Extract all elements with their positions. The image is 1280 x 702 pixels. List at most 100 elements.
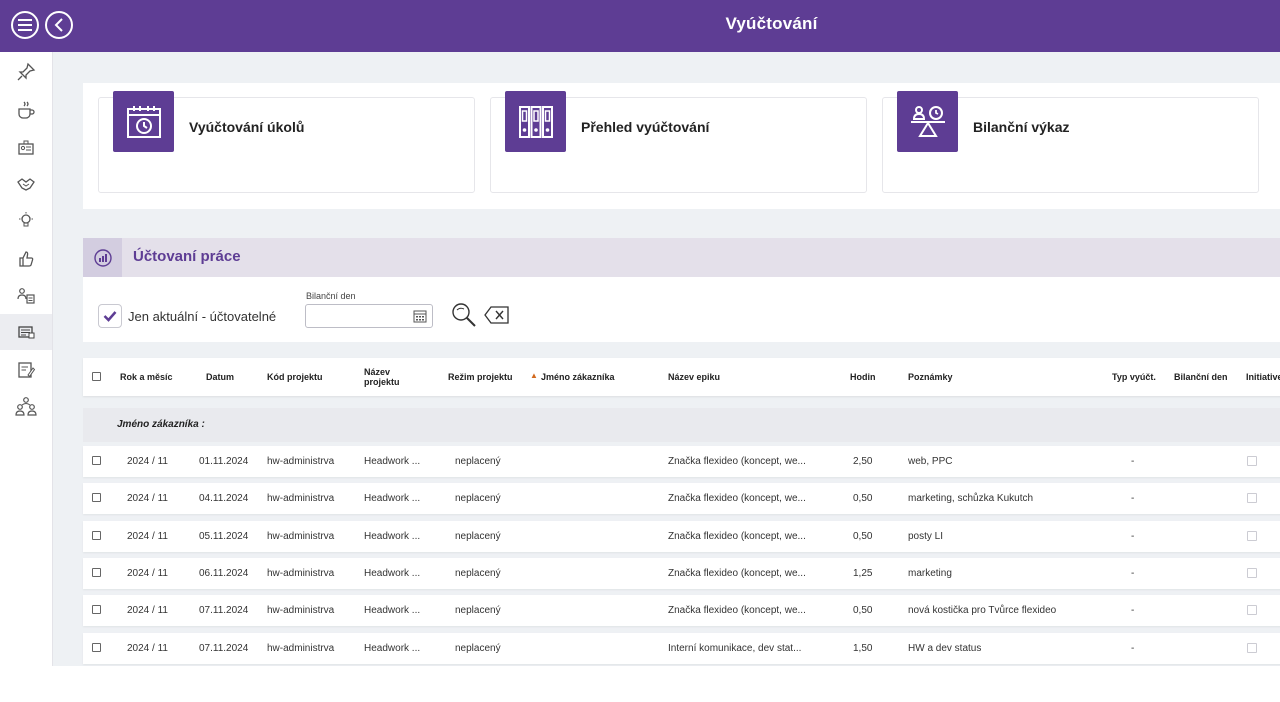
col-project-code[interactable]: Kód projektu bbox=[267, 372, 323, 382]
col-epic[interactable]: Název epiku bbox=[668, 372, 720, 382]
cell-project-mode: neplacený bbox=[455, 456, 501, 467]
cell-project-mode: neplacený bbox=[455, 531, 501, 542]
cell-project-code: hw-administrva bbox=[267, 568, 335, 579]
initiative-checkbox[interactable] bbox=[1247, 531, 1257, 541]
balance-day-input[interactable] bbox=[305, 304, 433, 328]
cell-date: 01.11.2024 bbox=[199, 456, 249, 467]
cell-hours: 0,50 bbox=[853, 493, 873, 504]
initiative-checkbox[interactable] bbox=[1247, 643, 1257, 653]
sidebar-item-team[interactable] bbox=[0, 278, 52, 314]
cell-date: 07.11.2024 bbox=[199, 643, 249, 654]
col-hours[interactable]: Hodin bbox=[850, 372, 876, 382]
lightbulb-icon bbox=[19, 212, 33, 227]
cell-year-month: 2024 / 11 bbox=[127, 643, 168, 654]
sidebar-item-coffee[interactable] bbox=[0, 92, 52, 128]
card-balance-report[interactable]: Bilanční výkaz bbox=[882, 91, 1259, 193]
table-row[interactable]: 2024 / 11 07.11.2024 hw-administrva Headwor… bbox=[83, 633, 1280, 664]
calendar-icon[interactable] bbox=[413, 309, 427, 323]
col-project-name-line2: projektu bbox=[364, 377, 400, 387]
filter-bar: Jen aktuální - účtovatelné Bilanční den bbox=[83, 277, 1280, 342]
cell-project-code: hw-administrva bbox=[267, 493, 335, 504]
page-bottom bbox=[0, 666, 1280, 702]
card-icon-box bbox=[113, 91, 174, 152]
cell-hours: 1,25 bbox=[853, 568, 873, 579]
sidebar-item-handshake[interactable] bbox=[0, 166, 52, 202]
row-checkbox[interactable] bbox=[92, 493, 101, 502]
cell-year-month: 2024 / 11 bbox=[127, 605, 168, 616]
handshake-icon bbox=[17, 178, 35, 191]
cell-billing-type: - bbox=[1131, 643, 1135, 654]
col-project-name-line1: Název bbox=[364, 367, 391, 377]
cell-year-month: 2024 / 11 bbox=[127, 456, 168, 467]
search-button[interactable] bbox=[451, 302, 477, 333]
clear-filter-button[interactable] bbox=[484, 306, 509, 329]
sidebar-item-organization[interactable] bbox=[0, 389, 52, 425]
cell-epic: Interní komunikace, dev stat... bbox=[668, 643, 802, 654]
table-row[interactable]: 2024 / 11 07.11.2024 hw-administrva Headwor… bbox=[83, 595, 1280, 626]
table-header: Rok a měsíc Datum Kód projektu Název pro… bbox=[83, 358, 1280, 396]
cell-billing-type: - bbox=[1131, 456, 1135, 467]
row-checkbox[interactable] bbox=[92, 456, 101, 465]
sidebar-item-ideas[interactable] bbox=[0, 202, 52, 238]
card-label: Vyúčtování úkolů bbox=[189, 119, 305, 135]
top-bar: Vyúčtování bbox=[0, 0, 1280, 52]
organization-icon bbox=[15, 397, 37, 416]
cell-project-mode: neplacený bbox=[455, 643, 501, 654]
card-icon-box bbox=[897, 91, 958, 152]
table-row[interactable]: 2024 / 11 05.11.2024 hw-administrva Headwor… bbox=[83, 521, 1280, 552]
cell-year-month: 2024 / 11 bbox=[127, 531, 168, 542]
backspace-clear-icon bbox=[484, 306, 509, 324]
col-customer[interactable]: Jméno zákazníka bbox=[541, 372, 615, 382]
binders-icon bbox=[518, 105, 553, 138]
calendar-clock-icon bbox=[126, 105, 161, 138]
cell-year-month: 2024 / 11 bbox=[127, 568, 168, 579]
cell-epic: Značka flexideo (koncept, we... bbox=[668, 456, 806, 467]
cell-date: 06.11.2024 bbox=[199, 568, 249, 579]
sidebar-item-billing[interactable] bbox=[0, 314, 52, 350]
col-year-month[interactable]: Rok a měsíc bbox=[120, 372, 173, 382]
pin-icon bbox=[17, 62, 36, 81]
row-checkbox[interactable] bbox=[92, 643, 101, 652]
cell-epic: Značka flexideo (koncept, we... bbox=[668, 531, 806, 542]
section-icon-box bbox=[83, 238, 122, 277]
cell-project-code: hw-administrva bbox=[267, 605, 335, 616]
cell-date: 07.11.2024 bbox=[199, 605, 249, 616]
cell-date: 05.11.2024 bbox=[199, 531, 249, 542]
col-notes[interactable]: Poznámky bbox=[908, 372, 953, 382]
col-project-mode[interactable]: Režim projektu bbox=[448, 372, 513, 382]
col-date[interactable]: Datum bbox=[206, 372, 234, 382]
sidebar-item-reports[interactable] bbox=[0, 352, 52, 388]
cell-project-mode: neplacený bbox=[455, 605, 501, 616]
initiative-checkbox[interactable] bbox=[1247, 456, 1257, 466]
initiative-checkbox[interactable] bbox=[1247, 568, 1257, 578]
cell-epic: Značka flexideo (koncept, we... bbox=[668, 605, 806, 616]
only-current-checkbox[interactable] bbox=[98, 304, 122, 328]
cell-billing-type: - bbox=[1131, 568, 1135, 579]
row-checkbox[interactable] bbox=[92, 568, 101, 577]
initiative-checkbox[interactable] bbox=[1247, 493, 1257, 503]
col-billing-type[interactable]: Typ vyúčt. bbox=[1112, 372, 1156, 382]
sidebar-item-approval[interactable] bbox=[0, 241, 52, 277]
cell-billing-type: - bbox=[1131, 493, 1135, 504]
table-row[interactable]: 2024 / 11 01.11.2024 hw-administrva Headwor… bbox=[83, 446, 1280, 477]
col-initiative[interactable]: Initiative bbox=[1246, 372, 1280, 382]
row-checkbox[interactable] bbox=[92, 605, 101, 614]
row-checkbox[interactable] bbox=[92, 531, 101, 540]
cell-project-name: Headwork ... bbox=[364, 456, 421, 467]
table-row[interactable]: 2024 / 11 06.11.2024 hw-administrva Headwor… bbox=[83, 558, 1280, 589]
cell-date: 04.11.2024 bbox=[199, 493, 249, 504]
sidebar-item-pin[interactable] bbox=[0, 54, 52, 90]
cell-project-name: Headwork ... bbox=[364, 531, 421, 542]
table-row[interactable]: 2024 / 11 04.11.2024 hw-administrva Headwor… bbox=[83, 483, 1280, 514]
card-task-billing[interactable]: Vyúčtování úkolů bbox=[98, 91, 475, 193]
card-label: Přehled vyúčtování bbox=[581, 119, 710, 135]
initiative-checkbox[interactable] bbox=[1247, 605, 1257, 615]
select-all-checkbox[interactable] bbox=[92, 372, 101, 381]
col-project-name[interactable]: Název projektu bbox=[364, 367, 400, 387]
col-balance-day[interactable]: Bilanční den bbox=[1174, 372, 1228, 382]
sidebar-item-id-card[interactable] bbox=[0, 129, 52, 165]
card-billing-overview[interactable]: Přehled vyúčtování bbox=[490, 91, 867, 193]
cell-project-name: Headwork ... bbox=[364, 493, 421, 504]
card-icon-box bbox=[505, 91, 566, 152]
cell-notes: HW a dev status bbox=[908, 643, 982, 654]
